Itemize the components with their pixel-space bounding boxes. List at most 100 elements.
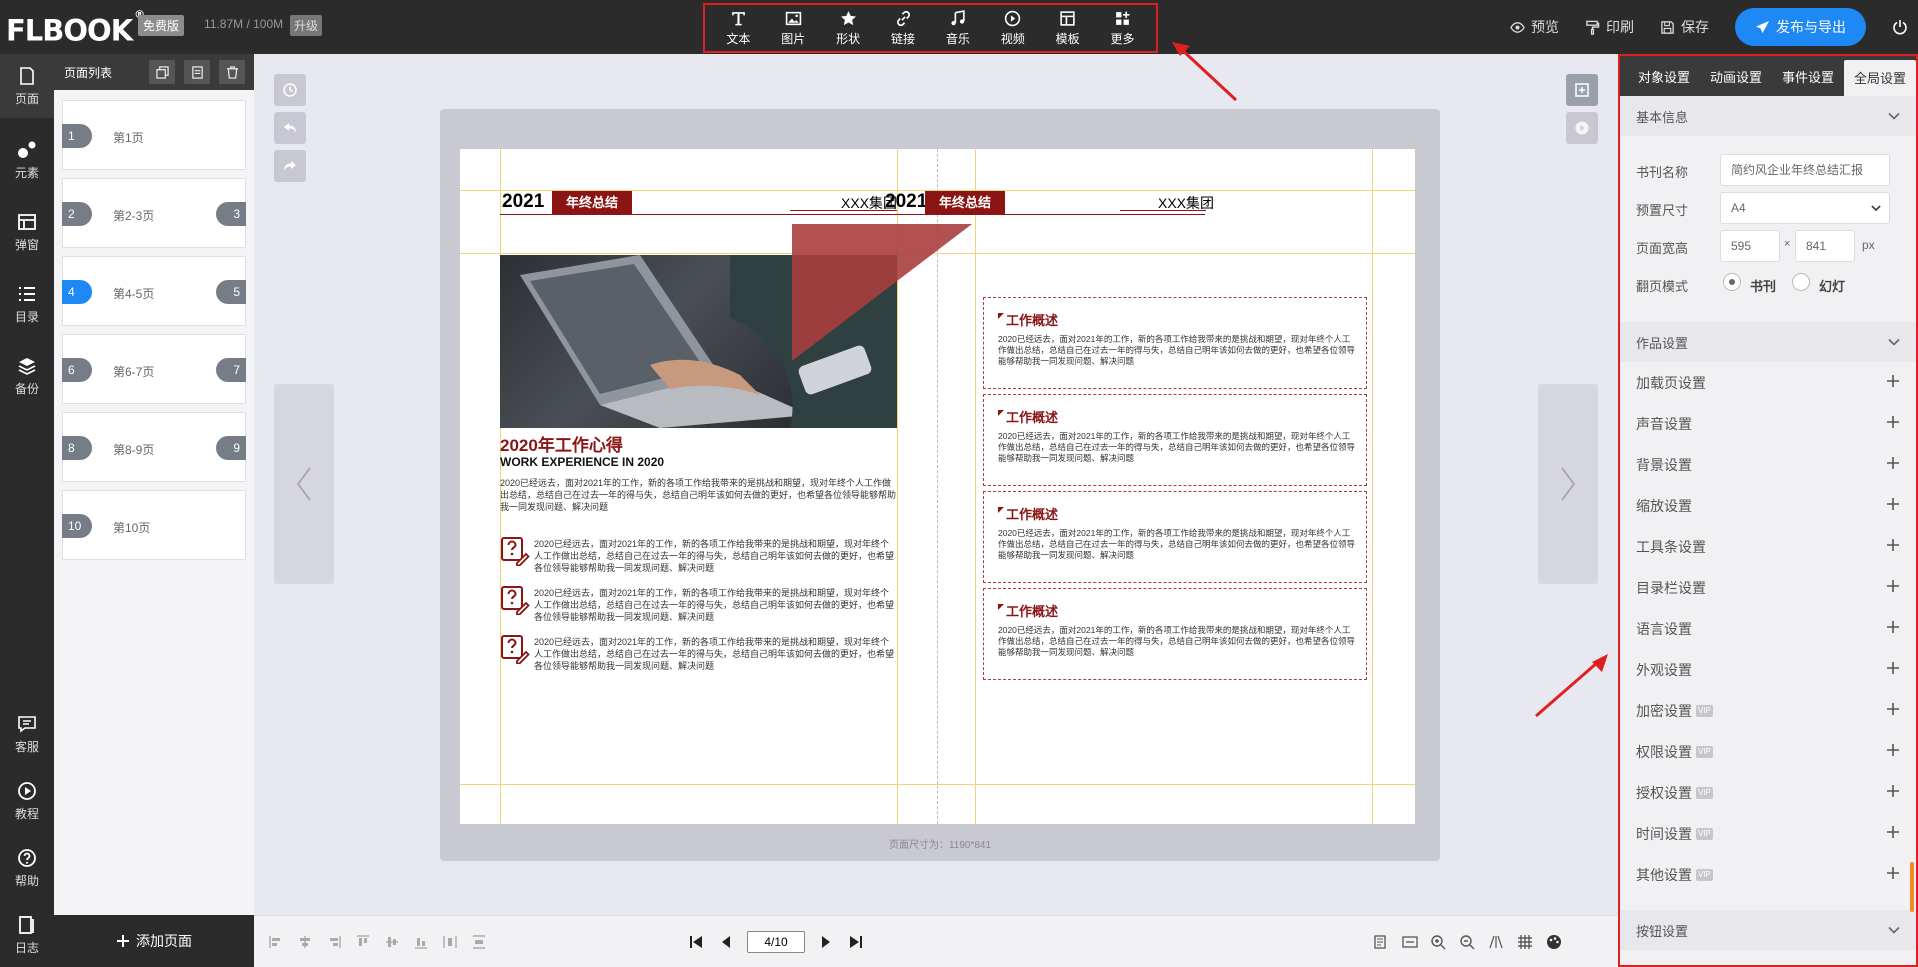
page-thumbnail[interactable]: 8 第8-9页 9 [62,412,246,482]
save-button[interactable]: 保存 [1660,17,1709,37]
distribute-h-icon[interactable] [442,934,458,950]
tool-image[interactable]: 图片 [767,10,819,47]
preset-size-select[interactable]: A4 [1720,192,1890,224]
settings-row[interactable]: 时间设置 VIP [1620,813,1916,854]
work-overview-card[interactable]: 工作概述 2020已经远去，面对2021年的工作，新的各项工作给我带来的是挑战和期… [983,588,1367,680]
tab-global-settings[interactable]: 全局设置 [1844,60,1916,96]
zoom-out-icon[interactable] [1459,934,1475,950]
add-page-button[interactable]: 添加页面 [54,915,254,967]
app-logo[interactable]: FLBOOK® [6,8,145,48]
copy-page-button[interactable] [149,60,175,84]
page-thumbnail[interactable]: 6 第6-7页 7 [62,334,246,404]
last-page-icon[interactable] [848,934,864,950]
prev-page-icon[interactable] [718,934,734,950]
next-page-icon[interactable] [818,934,834,950]
left-intro-paragraph[interactable]: 2020已经远去，面对2021年的工作，新的各项工作给我带来的是挑战和期望，现对… [500,477,897,513]
first-page-icon[interactable] [688,934,704,950]
fit-width-icon[interactable] [1402,934,1418,950]
left-header-tag[interactable]: 年终总结 [552,191,632,215]
redo-button[interactable] [274,150,306,182]
zoom-in-icon[interactable] [1430,934,1446,950]
nav-pages[interactable]: 页面 [0,54,54,118]
publish-export-button[interactable]: 发布与导出 [1735,8,1866,46]
grid-icon[interactable] [1517,934,1533,950]
prev-page-arrow[interactable] [274,384,334,584]
align-bottom-icon[interactable] [413,934,429,950]
left-heading[interactable]: 2020年工作心得 [500,431,623,456]
scrollbar-thumb[interactable] [1910,862,1914,912]
history-button[interactable] [274,74,306,106]
undo-button[interactable] [274,112,306,144]
align-left-icon[interactable] [268,934,284,950]
nav-backup[interactable]: 备份 [0,356,54,397]
nav-help[interactable]: 帮助 [0,848,54,889]
align-middle-icon[interactable] [384,934,400,950]
nav-elements[interactable]: 元素 [0,140,54,181]
delete-page-button[interactable] [219,60,245,84]
settings-row[interactable]: 加密设置 VIP [1620,690,1916,731]
upgrade-button[interactable]: 升级 [290,15,323,36]
section-basic-info[interactable]: 基本信息 [1620,96,1916,136]
tool-music[interactable]: 音乐 [932,9,984,47]
settings-row[interactable]: 其他设置 VIP [1620,854,1916,895]
page-thumbnail[interactable]: 4 第4-5页 5 [62,256,246,326]
play-preview-button[interactable] [1566,112,1598,144]
nav-tutorial[interactable]: 教程 [0,781,54,822]
left-subheading[interactable]: WORK EXPERIENCE IN 2020 [500,455,664,469]
nav-support[interactable]: 客服 [0,714,54,755]
tool-shape[interactable]: 形状 [822,10,874,47]
settings-row[interactable]: 工具条设置 [1620,526,1916,567]
book-spread[interactable]: 2021 年终总结 XXX集团 2020年工作心得 WORK EXPERIENC… [460,149,1415,824]
page-height-input[interactable]: 841 [1795,230,1855,262]
work-overview-card[interactable]: 工作概述 2020已经远去，面对2021年的工作，新的各项工作给我带来的是挑战和期… [983,491,1367,583]
duplicate-page-button[interactable] [184,60,210,84]
print-button[interactable]: 印刷 [1585,17,1634,37]
tool-video[interactable]: 视频 [987,10,1039,47]
page-thumbnail[interactable]: 10 第10页 [62,490,246,560]
tool-text[interactable]: 文本 [712,10,764,47]
tab-animation-settings[interactable]: 动画设置 [1700,56,1772,96]
ruler-icon[interactable] [1488,934,1504,950]
page-width-input[interactable]: 595 [1720,230,1780,262]
flip-mode-slide-radio[interactable] [1792,273,1810,291]
left-item-text[interactable]: 2020已经远去，面对2021年的工作，新的各项工作给我带来的是挑战和期望，现对… [534,587,897,623]
align-right-icon[interactable] [326,934,342,950]
book-name-input[interactable]: 简约风企业年终总结汇报 [1720,154,1890,186]
settings-row[interactable]: 背景设置 [1620,444,1916,485]
right-header-tag[interactable]: 年终总结 [925,191,1005,215]
tool-template[interactable]: 模板 [1042,10,1094,47]
nav-toc[interactable]: 目录 [0,284,54,325]
page-thumbnail[interactable]: 1 第1页 [62,100,246,170]
left-item-text[interactable]: 2020已经远去，面对2021年的工作，新的各项工作给我带来的是挑战和期望，现对… [534,538,897,574]
tab-object-settings[interactable]: 对象设置 [1628,56,1700,96]
settings-row[interactable]: 加载页设置 [1620,362,1916,403]
section-work-settings[interactable]: 作品设置 [1620,322,1916,362]
nav-log[interactable]: 日志 [0,915,54,956]
right-header-year[interactable]: 2021 [885,191,927,213]
settings-row[interactable]: 权限设置 VIP [1620,731,1916,772]
flip-mode-book-radio[interactable] [1723,273,1741,291]
left-item-text[interactable]: 2020已经远去，面对2021年的工作，新的各项工作给我带来的是挑战和期望，现对… [534,636,897,672]
page-thumb-toggle[interactable] [1566,74,1598,106]
align-center-h-icon[interactable] [297,934,313,950]
nav-popups[interactable]: 弹窗 [0,212,54,253]
settings-row[interactable]: 目录栏设置 [1620,567,1916,608]
settings-row[interactable]: 缩放设置 [1620,485,1916,526]
left-header-year[interactable]: 2021 [502,191,544,213]
page-thumbnail[interactable]: 2 第2-3页 3 [62,178,246,248]
distribute-v-icon[interactable] [471,934,487,950]
work-overview-card[interactable]: 工作概述 2020已经远去，面对2021年的工作，新的各项工作给我带来的是挑战和期… [983,394,1367,486]
work-overview-card[interactable]: 工作概述 2020已经远去，面对2021年的工作，新的各项工作给我带来的是挑战和期… [983,297,1367,389]
align-top-icon[interactable] [355,934,371,950]
settings-row[interactable]: 语言设置 [1620,608,1916,649]
preview-button[interactable]: 预览 [1510,17,1559,37]
next-page-arrow[interactable] [1538,384,1598,584]
logout-button[interactable] [1882,19,1918,35]
settings-row[interactable]: 声音设置 [1620,403,1916,444]
page-indicator-input[interactable]: 4/10 [747,931,805,953]
tool-more[interactable]: 更多 [1097,10,1149,47]
tab-event-settings[interactable]: 事件设置 [1772,56,1844,96]
section-button-settings[interactable]: 按钮设置 [1620,910,1916,950]
palette-icon[interactable] [1546,934,1562,950]
settings-row[interactable]: 授权设置 VIP [1620,772,1916,813]
